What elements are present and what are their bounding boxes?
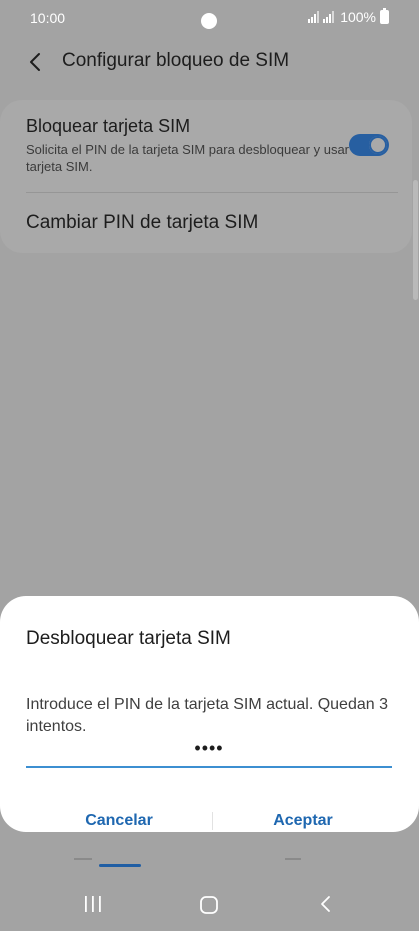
dialog-message: Introduce el PIN de la tarjeta SIM actua…	[26, 696, 388, 735]
tab-indicator	[99, 864, 141, 867]
tab-mark-right	[285, 858, 301, 860]
dialog-title: Desbloquear tarjeta SIM	[26, 628, 231, 649]
camera-cutout	[201, 13, 217, 29]
lock-sim-toggle[interactable]	[349, 134, 389, 156]
status-time: 10:00	[30, 10, 66, 26]
app-header: Configurar bloqueo de SIM	[0, 40, 419, 84]
scrollbar[interactable]	[413, 180, 418, 300]
back-icon[interactable]	[316, 894, 336, 914]
row-divider	[26, 192, 398, 193]
lock-sim-row[interactable]: Bloquear tarjeta SIM Solicita el PIN de …	[26, 116, 366, 175]
status-bar: 10:00 100%	[0, 0, 419, 36]
home-icon[interactable]	[199, 895, 219, 915]
recent-apps-icon[interactable]	[83, 895, 103, 913]
battery-icon	[380, 8, 389, 24]
lock-sim-subtitle: Solicita el PIN de la tarjeta SIM para d…	[26, 142, 363, 174]
status-indicators: 100%	[308, 8, 389, 25]
settings-card: Bloquear tarjeta SIM Solicita el PIN de …	[0, 100, 412, 253]
unlock-sim-dialog: Desbloquear tarjeta SIM Introduce el PIN…	[0, 596, 419, 832]
pin-input[interactable]: ••••	[26, 738, 392, 768]
change-pin-row[interactable]: Cambiar PIN de tarjeta SIM	[26, 212, 258, 234]
cancel-button[interactable]: Cancelar	[24, 801, 214, 841]
accept-button[interactable]: Aceptar	[208, 801, 398, 841]
chevron-left-icon[interactable]	[24, 50, 48, 74]
signal-icon-2	[323, 11, 335, 23]
pin-value: ••••	[194, 738, 224, 758]
signal-icon	[308, 11, 320, 23]
lock-sim-title: Bloquear tarjeta SIM	[26, 116, 191, 136]
page-title: Configurar bloqueo de SIM	[62, 50, 290, 71]
navigation-bar	[0, 876, 419, 931]
battery-percentage: 100%	[340, 9, 376, 25]
toggle-knob	[369, 136, 387, 154]
screen: 10:00 100% Configurar bloqueo de SIM Blo…	[0, 0, 419, 931]
tab-mark-left	[74, 858, 92, 860]
